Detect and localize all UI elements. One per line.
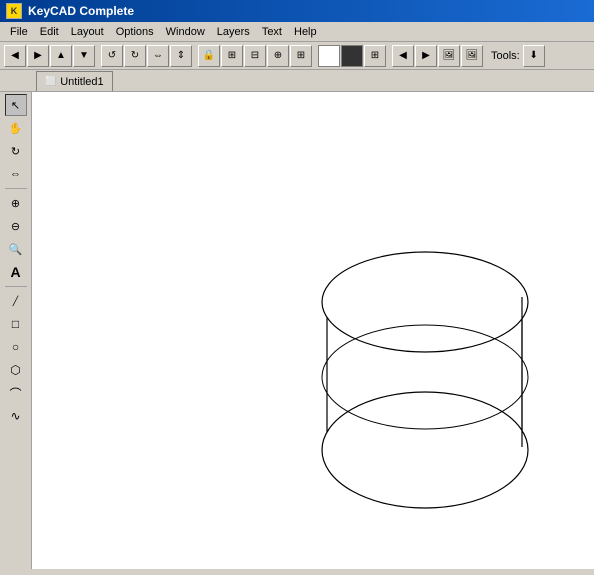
left-toolbar-sep1 — [5, 188, 27, 189]
tool-zoom-window[interactable]: 🔍 — [5, 238, 27, 260]
title-bar: K KeyCAD Complete — [0, 0, 594, 22]
tb-img2[interactable]: 🖼 — [461, 45, 483, 67]
tb-left[interactable]: ◀ — [392, 45, 414, 67]
menu-edit[interactable]: Edit — [34, 24, 65, 40]
tb-download[interactable]: ⬇ — [523, 45, 545, 67]
menu-options[interactable]: Options — [110, 24, 160, 40]
tb-white[interactable] — [318, 45, 340, 67]
canvas-area[interactable] — [32, 92, 594, 569]
tool-line[interactable]: ╱ — [5, 290, 27, 312]
left-toolbar: ↖ ✋ ↻ ⇔ ⊕ ⊖ 🔍 A ╱ □ ○ ⬡ ⌒ ∿ — [0, 92, 32, 569]
tool-polygon[interactable]: ⬡ — [5, 359, 27, 381]
tool-rotate[interactable]: ↻ — [5, 140, 27, 162]
tb-rotate-ccw[interactable]: ↺ — [101, 45, 123, 67]
tool-text[interactable]: A — [5, 261, 27, 283]
main-toolbar: ◀ ▶ ▲ ▼ ↺ ↻ ⇔ ⇕ 🔒 ⊞ ⊟ ⊕ ⊞ ⊞ ◀ ▶ 🖼 🖼 Tool… — [0, 42, 594, 70]
menu-window[interactable]: Window — [160, 24, 211, 40]
menu-layers[interactable]: Layers — [211, 24, 256, 40]
tb-flip-h[interactable]: ⇔ — [147, 45, 169, 67]
menu-bar: File Edit Layout Options Window Layers T… — [0, 22, 594, 42]
menu-help[interactable]: Help — [288, 24, 323, 40]
menu-file[interactable]: File — [4, 24, 34, 40]
tool-curve[interactable]: ∿ — [5, 405, 27, 427]
doc-tab-icon: ⬜ — [45, 76, 56, 87]
tb-move-right[interactable]: ▶ — [27, 45, 49, 67]
tb-move-up[interactable]: ▲ — [50, 45, 72, 67]
menu-layout[interactable]: Layout — [65, 24, 110, 40]
tb-right[interactable]: ▶ — [415, 45, 437, 67]
menu-text[interactable]: Text — [256, 24, 288, 40]
tb-flip-v[interactable]: ⇕ — [170, 45, 192, 67]
tb-move-left[interactable]: ◀ — [4, 45, 26, 67]
drawing-canvas — [32, 92, 594, 569]
doc-tab-bar: ⬜ Untitled1 — [0, 70, 594, 92]
tool-circle[interactable]: ○ — [5, 336, 27, 358]
left-toolbar-sep2 — [5, 286, 27, 287]
tb-group[interactable]: ⊞ — [221, 45, 243, 67]
tool-zoom-in[interactable]: ⊕ — [5, 192, 27, 214]
tb-rotate-cw[interactable]: ↻ — [124, 45, 146, 67]
main-layout: ↖ ✋ ↻ ⇔ ⊕ ⊖ 🔍 A ╱ □ ○ ⬡ ⌒ ∿ — [0, 92, 594, 569]
tool-mirror[interactable]: ⇔ — [5, 163, 27, 185]
tb-ungroup[interactable]: ⊟ — [244, 45, 266, 67]
tb-move-down[interactable]: ▼ — [73, 45, 95, 67]
tool-zoom-out[interactable]: ⊖ — [5, 215, 27, 237]
tool-select[interactable]: ↖ — [5, 94, 27, 116]
tb-grid[interactable]: ⊞ — [290, 45, 312, 67]
tb-lock[interactable]: 🔒 — [198, 45, 220, 67]
tools-label: Tools: — [489, 50, 522, 62]
tool-rect[interactable]: □ — [5, 313, 27, 335]
doc-tab-label: Untitled1 — [60, 76, 103, 88]
tool-pan[interactable]: ✋ — [5, 117, 27, 139]
app-icon: K — [6, 3, 22, 19]
doc-tab-untitled[interactable]: ⬜ Untitled1 — [36, 71, 113, 91]
tb-img1[interactable]: 🖼 — [438, 45, 460, 67]
tb-snap[interactable]: ⊕ — [267, 45, 289, 67]
tool-arc[interactable]: ⌒ — [5, 382, 27, 404]
tb-grid2[interactable]: ⊞ — [364, 45, 386, 67]
app-title: KeyCAD Complete — [28, 4, 134, 18]
tb-black[interactable] — [341, 45, 363, 67]
